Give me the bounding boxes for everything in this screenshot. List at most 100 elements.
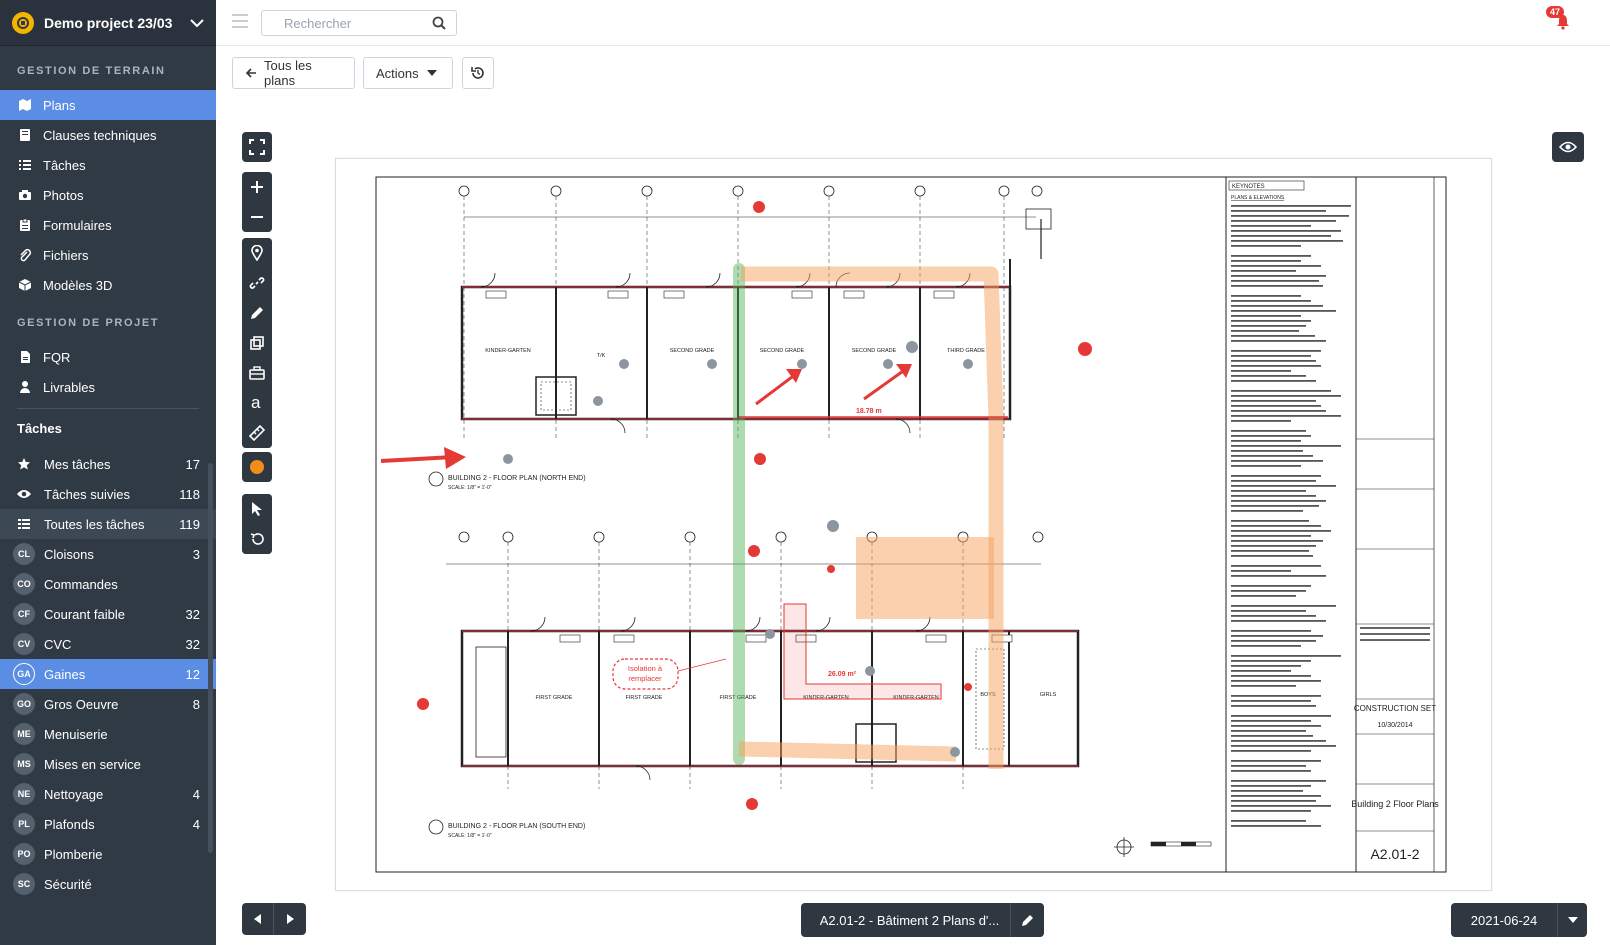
category-badge: CO	[13, 573, 35, 595]
search-icon[interactable]	[432, 16, 446, 35]
sidebar-item-label: FQR	[43, 349, 71, 365]
sheet-name-label: A2.01-2 - Bâtiment 2 Plans d'...	[819, 912, 1000, 928]
link-icon[interactable]	[242, 268, 272, 298]
sidebar-item-label: Plans	[43, 97, 76, 113]
plan-viewer[interactable]: a KINDER-GARTEN T/K SECOND GRADE SECOND …	[232, 130, 1594, 945]
zoom-in-icon[interactable]	[242, 172, 272, 202]
sidebar-item-cloisons[interactable]: CL Cloisons 3	[0, 539, 216, 569]
sidebar-item-label: Clauses techniques	[43, 127, 157, 143]
sidebar-item-formulaires[interactable]: Formulaires	[0, 210, 216, 240]
sidebar-item-livrables[interactable]: Livrables	[0, 372, 216, 402]
sidebar-item-gaines[interactable]: GA Gaines 12	[0, 659, 216, 689]
title-block-date: 10/30/2014	[1377, 722, 1412, 729]
task-label: Nettoyage	[44, 786, 104, 802]
sheet-selector[interactable]: A2.01-2 - Bâtiment 2 Plans d'...	[801, 903, 1044, 937]
task-label: Menuiserie	[44, 726, 108, 742]
cube-icon	[17, 277, 33, 293]
category-badge: GA	[13, 663, 35, 685]
sidebar-item-toutes-les-taches[interactable]: Toutes les tâches 119	[0, 509, 216, 539]
sidebar-item-mes-taches[interactable]: Mes tâches 17	[0, 449, 216, 479]
sidebar-item-photos[interactable]: Photos	[0, 180, 216, 210]
search-input[interactable]	[262, 11, 422, 35]
sidebar-item-commandes[interactable]: CO Commandes	[0, 569, 216, 599]
prev-page-icon[interactable]	[242, 903, 274, 935]
category-badge: PO	[13, 843, 35, 865]
category-badge: SC	[13, 873, 35, 895]
version-date-selector[interactable]: 2021-06-24	[1451, 903, 1587, 937]
pencil-icon[interactable]	[242, 298, 272, 328]
project-switcher[interactable]: Demo project 23/03	[0, 0, 216, 46]
fullscreen-icon[interactable]	[242, 132, 272, 162]
toolbox-icon[interactable]	[242, 358, 272, 388]
project-name: Demo project 23/03	[44, 14, 173, 31]
document-icon	[17, 349, 33, 365]
category-badge: CV	[13, 633, 35, 655]
grid-icon	[13, 513, 35, 535]
sidebar-item-clauses[interactable]: Clauses techniques	[0, 120, 216, 150]
title-block-sheet-number: A2.01-2	[1370, 846, 1419, 862]
chevron-down-icon[interactable]	[190, 15, 204, 31]
sidebar-item-taches-suivies[interactable]: Tâches suivies 118	[0, 479, 216, 509]
room-label: THIRD GRADE	[947, 348, 985, 354]
clipboard-icon	[17, 217, 33, 233]
category-badge: NE	[13, 783, 35, 805]
task-count: 119	[179, 516, 200, 532]
category-badge: PL	[13, 813, 35, 835]
sidebar-item-nettoyage[interactable]: NE Nettoyage 4	[0, 779, 216, 809]
plan-sheet[interactable]: KINDER-GARTEN T/K SECOND GRADE SECOND GR…	[335, 158, 1492, 891]
shapes-icon[interactable]	[242, 328, 272, 358]
back-to-plans-button[interactable]: Tous les plans	[232, 57, 355, 89]
task-count: 12	[185, 666, 200, 682]
sidebar-item-plans[interactable]: Plans	[0, 90, 216, 120]
annotation-tool-group: a	[242, 238, 272, 448]
keynotes-subtitle: PLANS & ELEVATIONS	[1231, 195, 1285, 201]
pencil-icon[interactable]	[1010, 903, 1044, 937]
sidebar-item-taches[interactable]: Tâches	[0, 150, 216, 180]
cursor-icon[interactable]	[242, 494, 272, 524]
next-page-icon[interactable]	[274, 903, 306, 935]
sidebar-item-modeles-3d[interactable]: Modèles 3D	[0, 270, 216, 300]
task-count: 8	[192, 696, 200, 712]
room-label: FIRST GRADE	[626, 695, 663, 701]
undo-icon[interactable]	[242, 524, 272, 554]
orange-markup-area	[856, 537, 994, 619]
bell-icon[interactable]	[1556, 14, 1570, 35]
room-label: SECOND GRADE	[852, 348, 897, 354]
sidebar-item-cvc[interactable]: CV CVC 32	[0, 629, 216, 659]
category-badge: CL	[13, 543, 35, 565]
sidebar: Demo project 23/03 GESTION DE TERRAIN Pl…	[0, 0, 216, 945]
sidebar-item-courant-faible[interactable]: CF Courant faible 32	[0, 599, 216, 629]
sidebar-scrollbar[interactable]	[208, 463, 213, 853]
plan-title-south: BUILDING 2 - FLOOR PLAN (SOUTH END)	[448, 823, 585, 830]
sidebar-item-mises-en-service[interactable]: MS Mises en service	[0, 749, 216, 779]
sidebar-item-fqr[interactable]: FQR	[0, 342, 216, 372]
sidebar-item-securite[interactable]: SC Sécurité	[0, 869, 216, 899]
task-count: 32	[185, 636, 200, 652]
history-button[interactable]	[462, 57, 494, 89]
paperclip-icon	[17, 247, 33, 263]
color-picker-icon[interactable]	[242, 452, 272, 482]
visibility-toggle-button[interactable]	[1552, 132, 1584, 162]
ruler-icon[interactable]	[242, 418, 272, 448]
task-label: Courant faible	[44, 606, 125, 622]
room-label: SECOND GRADE	[670, 348, 715, 354]
task-count: 118	[179, 486, 200, 502]
task-count: 4	[192, 816, 200, 832]
caret-down-icon[interactable]	[1557, 903, 1587, 937]
task-label: Plafonds	[44, 816, 95, 832]
page-navigation	[242, 903, 306, 935]
task-label: Gros Oeuvre	[44, 696, 119, 712]
text-tool-icon[interactable]: a	[242, 388, 272, 418]
book-icon	[17, 127, 33, 143]
sidebar-item-menuiserie[interactable]: ME Menuiserie	[0, 719, 216, 749]
eye-icon	[1559, 141, 1577, 153]
pin-icon[interactable]	[242, 238, 272, 268]
sidebar-item-plafonds[interactable]: PL Plafonds 4	[0, 809, 216, 839]
zoom-out-icon[interactable]	[242, 202, 272, 232]
sidebar-item-fichiers[interactable]: Fichiers	[0, 240, 216, 270]
sidebar-item-gros-oeuvre[interactable]: GO Gros Oeuvre 8	[0, 689, 216, 719]
menu-icon[interactable]	[232, 14, 248, 28]
sidebar-item-plomberie[interactable]: PO Plomberie	[0, 839, 216, 869]
actions-dropdown-button[interactable]: Actions	[363, 57, 453, 89]
category-badge: GO	[13, 693, 35, 715]
